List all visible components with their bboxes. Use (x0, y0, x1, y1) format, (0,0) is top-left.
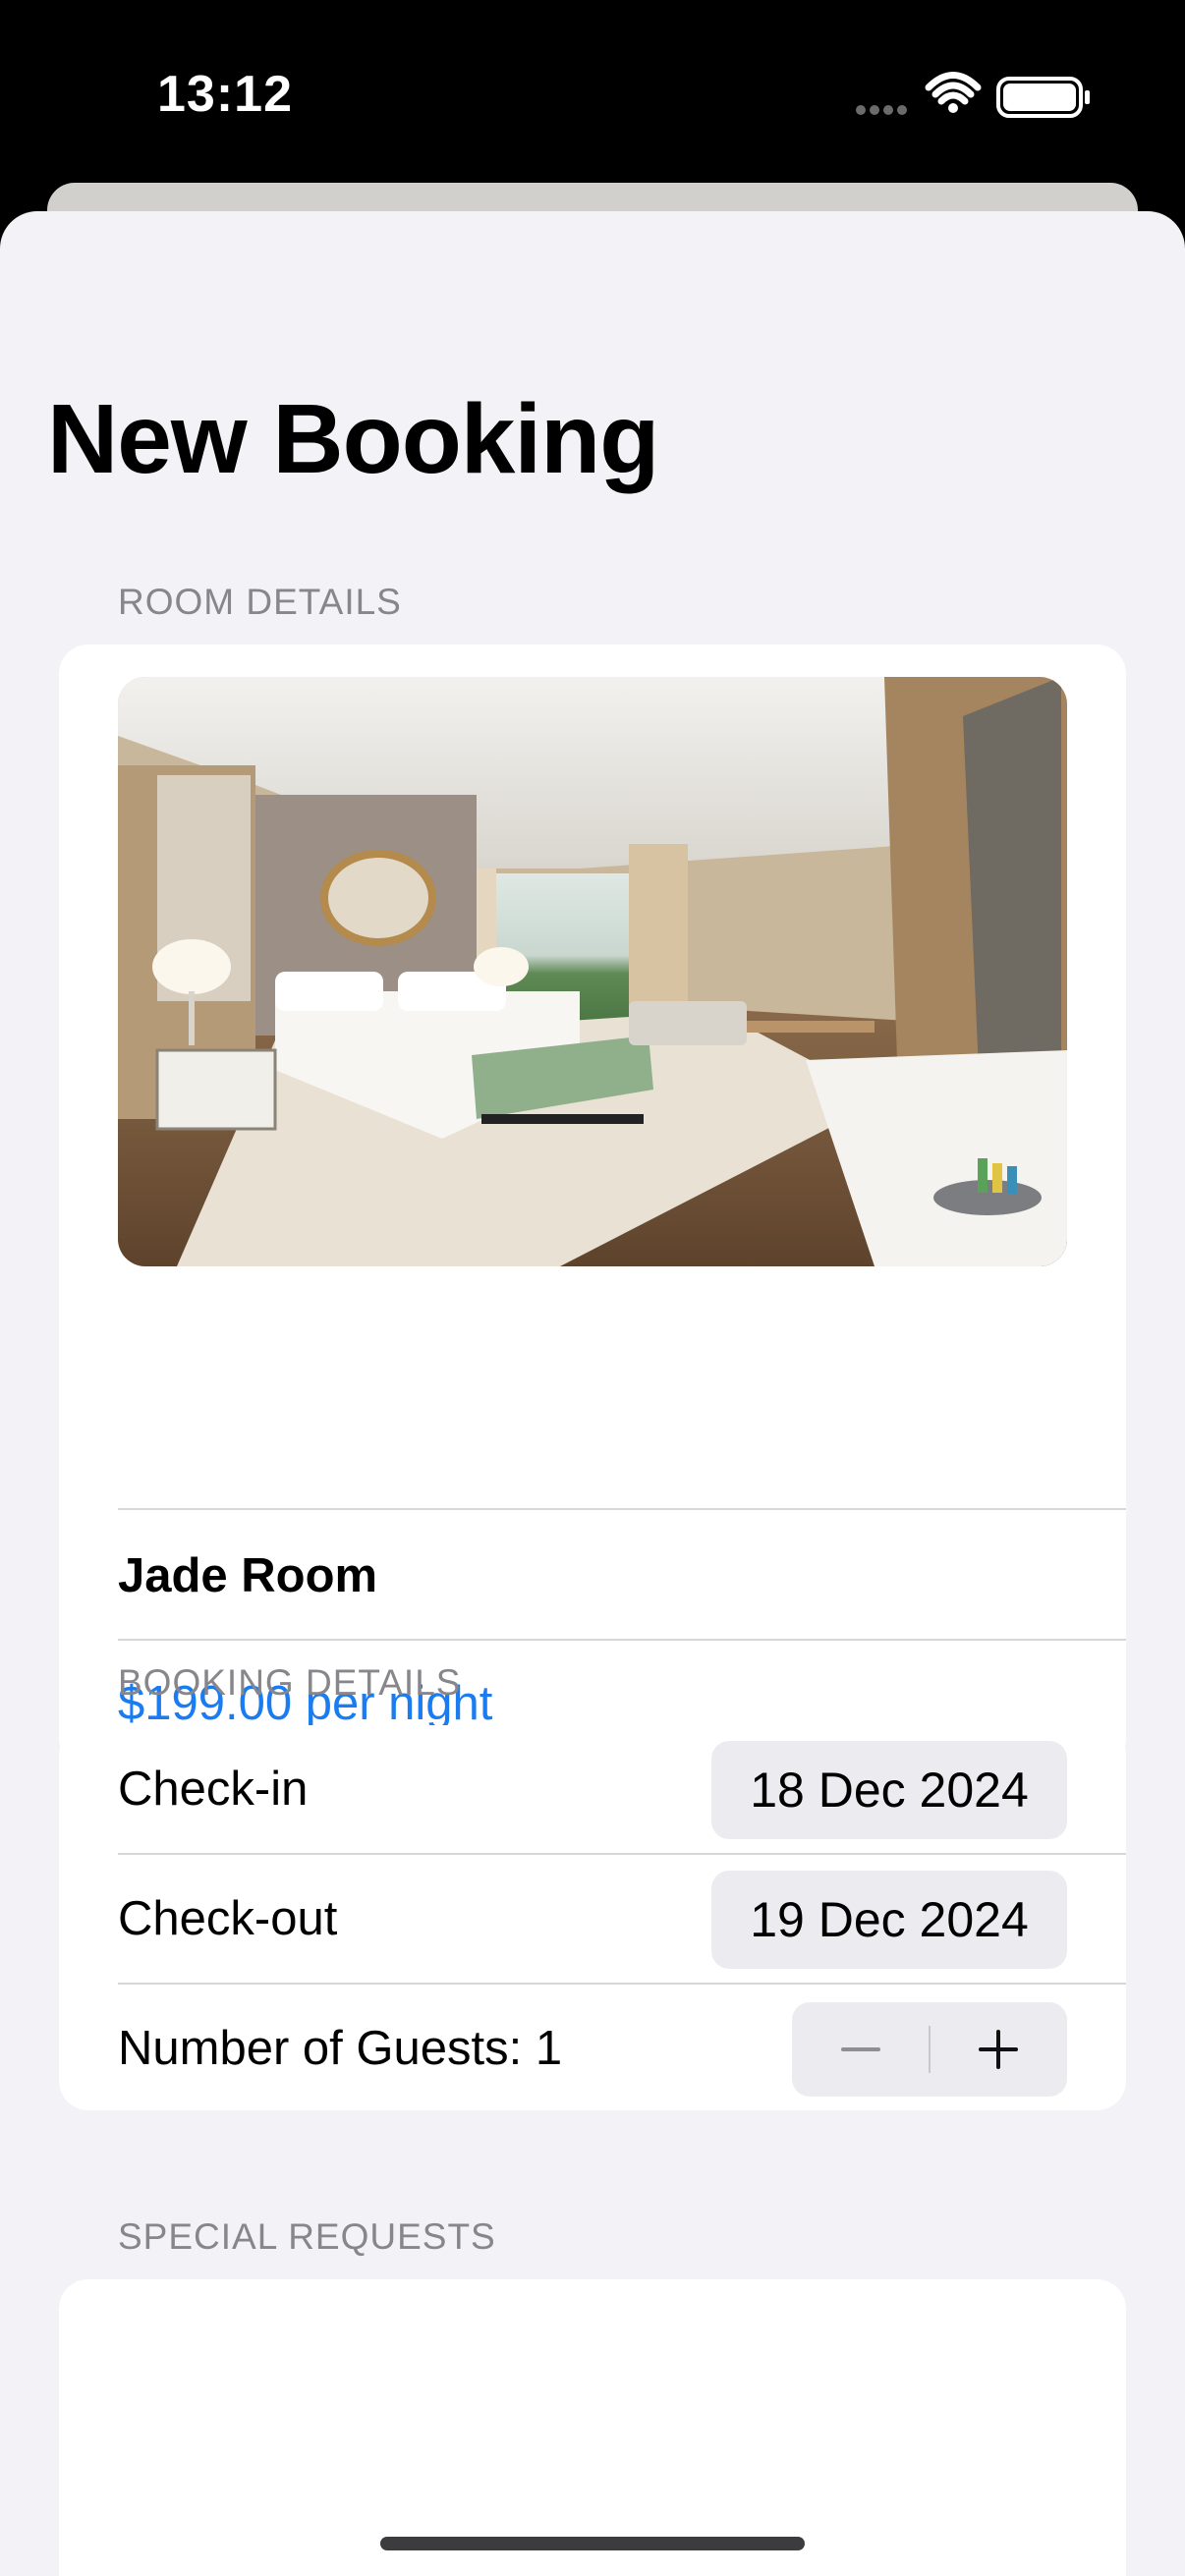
room-details-header: ROOM DETAILS (118, 582, 402, 622)
check-out-date-picker[interactable]: 19 Dec 2024 (711, 1871, 1067, 1969)
check-in-date-picker[interactable]: 18 Dec 2024 (711, 1741, 1067, 1839)
booking-details-card: Check-in 18 Dec 2024 Check-out 19 Dec 20… (59, 1725, 1126, 2110)
room-name: Jade Room (118, 1549, 378, 1602)
room-photo-illustration (118, 677, 1067, 1266)
decrement-button[interactable] (792, 2002, 930, 2097)
status-bar: 13:12 (0, 0, 1185, 187)
signal-dots-icon (856, 105, 907, 115)
room-details-card: Jade Room $199.00 per night (59, 644, 1126, 1768)
check-out-label: Check-out (118, 1892, 338, 1945)
guests-stepper (792, 2002, 1067, 2097)
page-title: New Booking (47, 384, 659, 494)
status-icons-svg (856, 72, 1090, 118)
battery-icon (996, 77, 1090, 118)
booking-details-header: BOOKING DETAILS (118, 1662, 462, 1703)
minus-icon (841, 2047, 880, 2051)
home-indicator[interactable] (380, 2537, 805, 2550)
special-requests-field[interactable] (59, 2279, 1126, 2576)
separator (118, 1853, 1126, 1855)
separator (118, 1639, 1126, 1641)
booking-sheet: New Booking ROOM DETAILS Jade Room $199.… (0, 211, 1185, 2576)
check-in-label: Check-in (118, 1763, 309, 1816)
plus-icon (979, 2030, 1018, 2069)
special-requests-header: SPECIAL REQUESTS (118, 2216, 496, 2257)
room-photo (118, 677, 1067, 1266)
status-icons (792, 0, 1185, 187)
status-time: 13:12 (157, 66, 293, 123)
separator (118, 1983, 1126, 1985)
wifi-icon (925, 72, 982, 113)
guests-label: Number of Guests: 1 (118, 2022, 563, 2075)
separator (118, 1508, 1126, 1510)
increment-button[interactable] (930, 2002, 1067, 2097)
